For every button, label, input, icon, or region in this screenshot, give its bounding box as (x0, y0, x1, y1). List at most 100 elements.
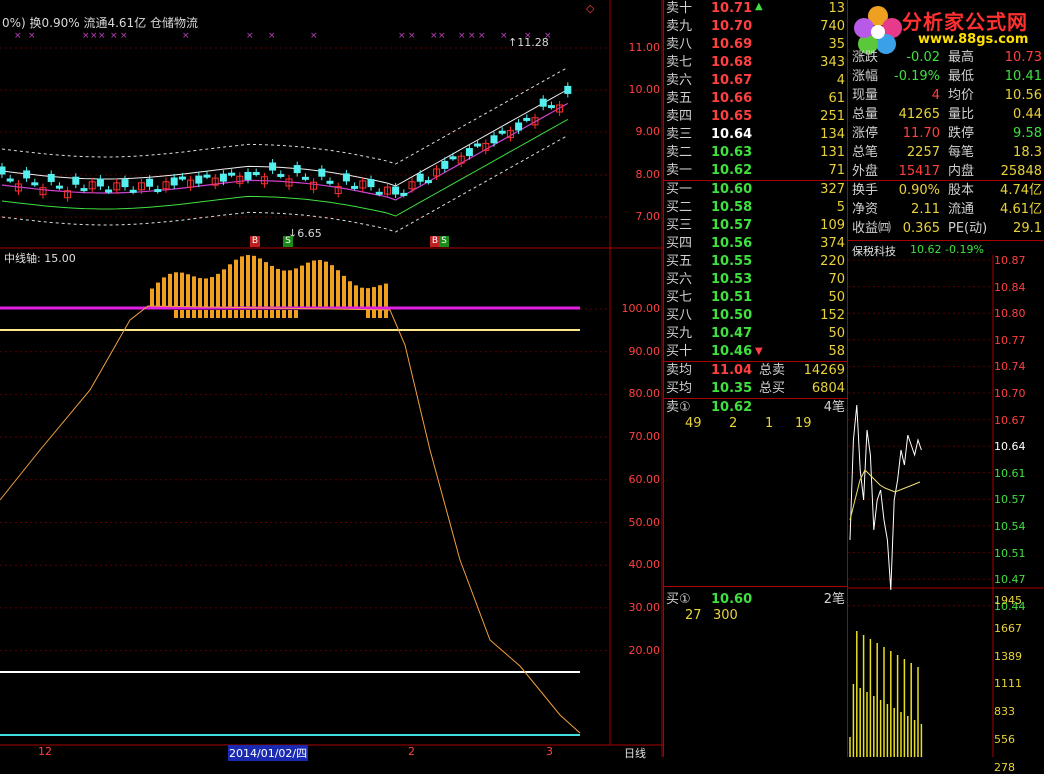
quote-row: 收益㈣ 0.365 PE(动) 29.1 (848, 219, 1044, 238)
bid-row[interactable]: 买九 10.47 50 (663, 325, 848, 343)
ask-price: 10.67 (711, 73, 753, 88)
bid-label: 买七 (666, 290, 693, 305)
period-label[interactable]: 日线 (624, 745, 646, 761)
candle (55, 185, 63, 189)
bid-price: 10.50 (711, 308, 753, 323)
bid-row[interactable]: 买三 10.57 109 (663, 217, 848, 235)
mini-price-label: 10.74 (994, 360, 1026, 374)
indicator-axis-label: 30.00 (628, 600, 661, 614)
intraday-chart[interactable]: 保税科技 10.62 -0.19% 10.87 10.84 10.80 10.77 10… (848, 240, 1044, 774)
candle (178, 176, 186, 180)
bid-label: 买九 (666, 326, 693, 341)
sell-signal-badge[interactable]: S (439, 236, 449, 247)
bid-row[interactable]: 买八 10.50 152 (663, 307, 848, 325)
candle (293, 165, 301, 174)
avg-sell-label: 卖均 (666, 363, 693, 378)
bid-label: 买四 (666, 236, 693, 251)
bid-label: 买三 (666, 218, 693, 233)
diamond-icon[interactable]: ◇ (586, 2, 594, 15)
quote-label: 每笔 (948, 145, 975, 160)
ask-label: 卖一 (666, 163, 693, 178)
bid-row[interactable]: 买四 10.56 374 (663, 235, 848, 253)
mini-price-label: 10.87 (994, 254, 1026, 267)
buy-signal-badge[interactable]: B (250, 236, 260, 247)
ask-row[interactable]: 卖九 10.70 740 (663, 18, 848, 36)
bid-row[interactable]: 买一 10.60 327 (663, 181, 848, 199)
bid-row[interactable]: 买六 10.53 70 (663, 271, 848, 289)
candle (31, 182, 39, 186)
ask-row[interactable]: 卖六 10.67 4 (663, 72, 848, 90)
ask-row[interactable]: 卖四 10.65 251 (663, 108, 848, 126)
bid-row[interactable]: 买七 10.51 50 (663, 289, 848, 307)
high-marker-value: 11.28 (517, 36, 549, 49)
bid-row[interactable]: 买二 10.58 5 (663, 199, 848, 217)
ask-row[interactable]: 卖七 10.68 343 (663, 54, 848, 72)
svg-text:×: × (90, 31, 98, 41)
quote-value: 0.90% (898, 183, 940, 198)
quote-label: 收益㈣ (852, 221, 892, 236)
svg-text:×: × (246, 31, 254, 41)
kline-svg[interactable]: × × × × × × × × × × × × × × × × × × × × × (0, 0, 663, 757)
quote-label: 总笔 (852, 145, 879, 160)
quote-value: 10.56 (1004, 88, 1042, 103)
svg-text:×: × (98, 31, 106, 41)
ask-row[interactable]: 卖三 10.64 134 (663, 126, 848, 144)
kline-chart-area[interactable]: × × × × × × × × × × × × × × × × × × × × × 0%) 换0.90% 流通4.61亿… (0, 0, 663, 761)
price-axis-label: 8.00 (635, 168, 661, 181)
candle (326, 180, 334, 184)
x-tick-3: 3 (546, 745, 553, 758)
indicator-title: 中线轴: 15.00 (4, 252, 76, 265)
quote-value: 0.44 (1013, 107, 1042, 122)
svg-text:×: × (14, 31, 22, 41)
candle (47, 173, 55, 182)
indicator-axis-label: 60.00 (628, 472, 661, 486)
ask-volume: 343 (820, 55, 845, 70)
candle (441, 160, 449, 169)
ask-volume: 35 (828, 37, 845, 52)
ask-volume: 13 (828, 1, 845, 16)
quote-value: 29.1 (1013, 221, 1042, 236)
ask-row[interactable]: 卖一 10.62 71 (663, 162, 848, 180)
bid-price: 10.56 (711, 236, 753, 251)
candle (252, 172, 260, 176)
candle (342, 173, 350, 182)
svg-text:×: × (468, 31, 476, 41)
logo-text: 分析家公式网 (902, 10, 1028, 34)
indicator-axis-label: 50.00 (628, 515, 661, 529)
svg-text:×: × (438, 31, 446, 41)
candle (367, 179, 375, 188)
quote-label: 股本 (948, 183, 975, 198)
ask-price: 10.70 (711, 19, 753, 34)
svg-text:×: × (110, 31, 118, 41)
bid-label: 买五 (666, 254, 693, 269)
quote-label: 涨跌 (852, 50, 879, 65)
quote-value: 0.365 (902, 221, 940, 236)
bid-volume: 152 (820, 308, 845, 323)
ask-row[interactable]: 卖二 10.63 131 (663, 144, 848, 162)
quote-row: 换手 0.90% 股本 4.74亿 (848, 181, 1044, 200)
ask-row[interactable]: 卖五 10.66 61 (663, 90, 848, 108)
indicator-axis-label: 40.00 (628, 558, 661, 572)
quote-label: 净资 (852, 202, 879, 217)
quote-label: 内盘 (948, 164, 975, 179)
candle (121, 179, 129, 188)
indicator-axis-label: 90.00 (628, 344, 661, 358)
quote-label: 总量 (852, 107, 879, 122)
bid-label: 买六 (666, 272, 693, 287)
bid-row[interactable]: 买五 10.55 220 (663, 253, 848, 271)
candle (6, 178, 14, 182)
bid-volume: 327 (820, 182, 845, 197)
quote-row: 外盘 15417 内盘 25848 (848, 162, 1044, 181)
total-buy-value: 6804 (811, 381, 845, 396)
sell-signal-badge[interactable]: S (283, 236, 293, 247)
ask-row[interactable]: 卖八 10.69 35 (663, 36, 848, 54)
svg-text:×: × (398, 31, 406, 41)
quote-row: 总量 41265 量比 0.44 (848, 105, 1044, 124)
quote-value: 9.58 (1013, 126, 1042, 141)
mini-price-label: 10.47 (994, 573, 1026, 587)
candle (228, 172, 236, 176)
candle (72, 176, 80, 185)
candle (547, 105, 555, 109)
candle (0, 166, 6, 175)
ask-label: 卖九 (666, 19, 693, 34)
